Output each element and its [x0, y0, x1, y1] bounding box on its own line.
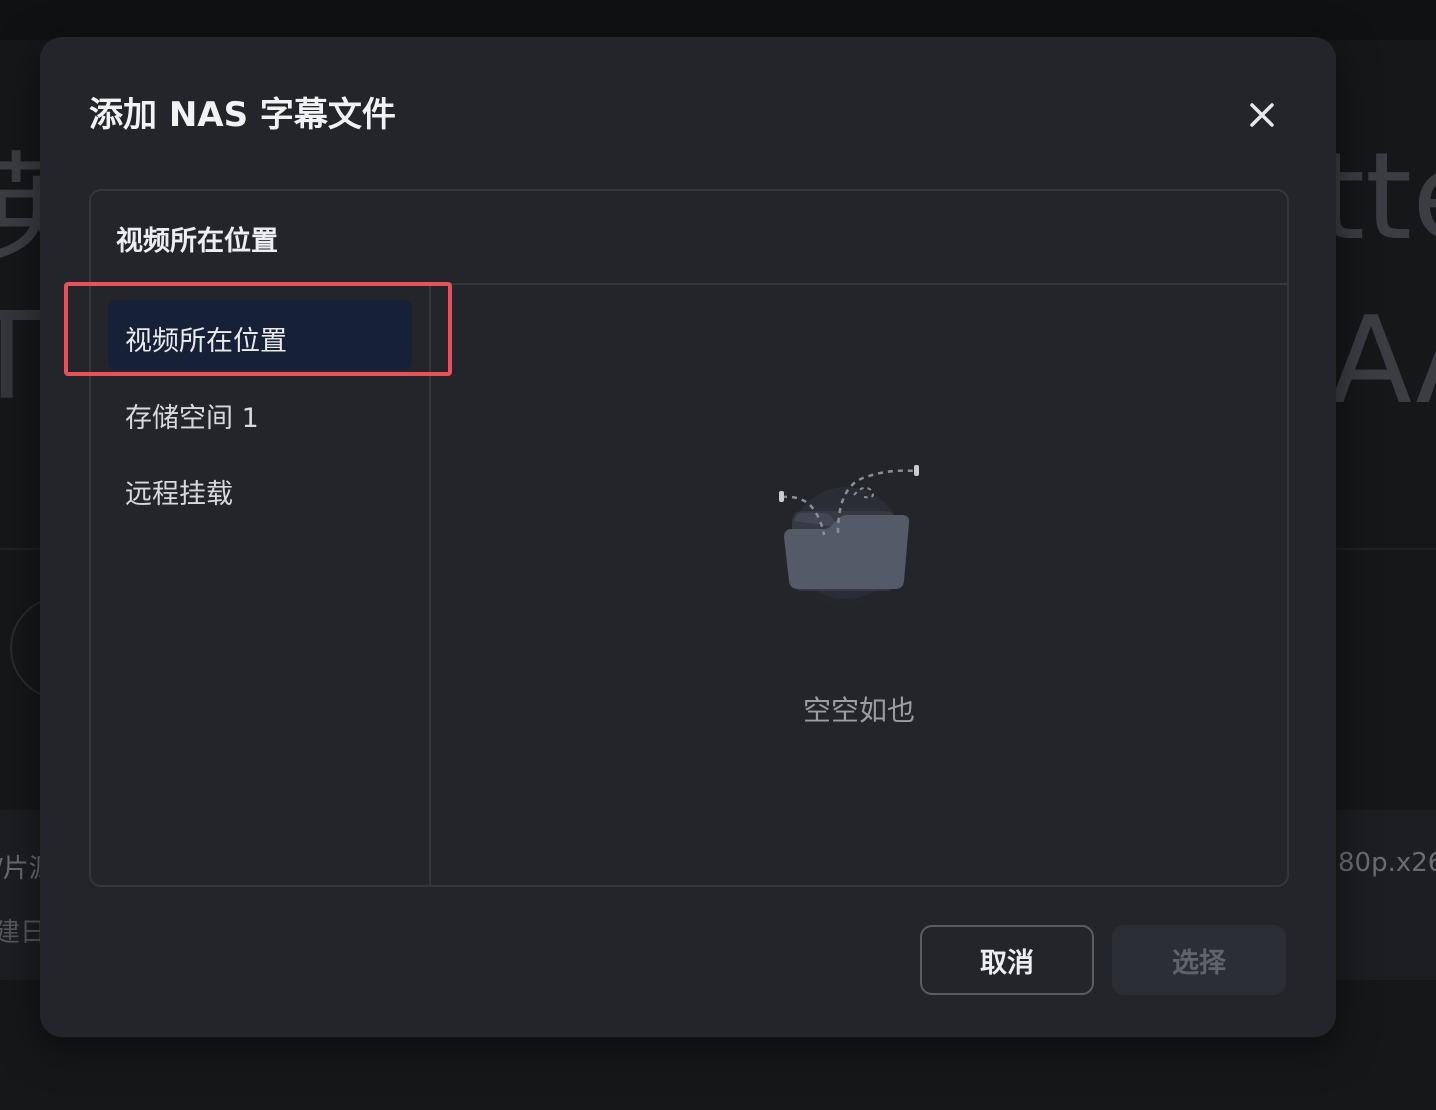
background-title-text: AA	[1330, 292, 1436, 431]
select-button[interactable]: 选择	[1112, 925, 1286, 995]
background-top-bar	[0, 0, 1436, 40]
close-button[interactable]	[1240, 93, 1284, 137]
sidebar-item-remote-mount[interactable]: 远程挂载	[108, 453, 412, 523]
panel-header: 视频所在位置	[91, 191, 1287, 285]
empty-folder-icon	[779, 465, 919, 611]
sidebar-item-storage-1[interactable]: 存储空间 1	[108, 377, 412, 447]
sidebar-item-video-location[interactable]: 视频所在位置	[108, 300, 412, 370]
file-browser-panel: 视频所在位置 视频所在位置 存储空间 1 远程挂载 空空如也	[89, 189, 1289, 887]
location-sidebar: 视频所在位置 存储空间 1 远程挂载	[91, 285, 431, 885]
sidebar-item-label: 远程挂载	[125, 479, 233, 510]
sidebar-item-label: 存储空间 1	[125, 403, 259, 434]
background-info-text: 80p.x26	[1338, 848, 1436, 878]
current-location-title: 视频所在位置	[116, 226, 278, 257]
add-subtitle-dialog: 添加 NAS 字幕文件 视频所在位置 视频所在位置 存储空间 1 远程挂载 空空…	[40, 37, 1336, 1037]
sidebar-item-label: 视频所在位置	[125, 326, 287, 357]
empty-state-text: 空空如也	[802, 694, 915, 727]
dialog-title: 添加 NAS 字幕文件	[89, 95, 396, 135]
file-list-area: 空空如也	[431, 285, 1287, 885]
close-icon	[1250, 103, 1274, 127]
cancel-button[interactable]: 取消	[920, 925, 1094, 995]
